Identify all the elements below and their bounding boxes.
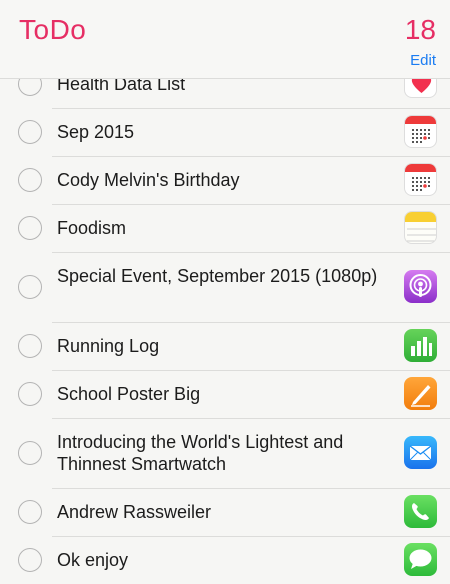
reminder-title: Special Event, September 2015 (1080p): [57, 266, 378, 286]
reminder-title: Ok enjoy: [57, 550, 129, 570]
list-item[interactable]: Ok enjoy: [0, 536, 450, 584]
reminder-title: Sep 2015: [57, 122, 135, 142]
completion-checkbox[interactable]: [18, 168, 42, 192]
reminder-title: Foodism: [57, 218, 127, 238]
reminder-title: Cody Melvin's Birthday: [57, 170, 240, 190]
list-item[interactable]: Andrew Rassweiler: [0, 488, 450, 536]
podcasts-icon[interactable]: [404, 270, 437, 303]
completion-checkbox[interactable]: [18, 216, 42, 240]
calendar-icon[interactable]: [404, 163, 437, 196]
item-count: 18: [404, 14, 436, 45]
numbers-icon[interactable]: [404, 329, 437, 362]
list-item[interactable]: Sep 2015: [0, 108, 450, 156]
messages-icon[interactable]: [404, 543, 437, 576]
edit-button[interactable]: Edit: [410, 52, 436, 69]
list-item[interactable]: Cody Melvin's Birthday: [0, 156, 450, 204]
list-item[interactable]: Foodism: [0, 204, 450, 252]
completion-checkbox[interactable]: [18, 382, 42, 406]
pages-icon[interactable]: [404, 377, 437, 410]
reminder-title: Andrew Rassweiler: [57, 502, 212, 522]
reminder-title: Running Log: [57, 336, 160, 356]
list-item[interactable]: Running Log: [0, 322, 450, 370]
completion-checkbox[interactable]: [18, 441, 42, 465]
notes-icon[interactable]: [404, 211, 437, 244]
mail-icon[interactable]: [404, 436, 437, 469]
calendar-icon[interactable]: [404, 115, 437, 148]
completion-checkbox[interactable]: [18, 548, 42, 572]
reminder-title: School Poster Big: [57, 384, 201, 404]
completion-checkbox[interactable]: [18, 275, 42, 299]
completion-checkbox[interactable]: [18, 500, 42, 524]
phone-icon[interactable]: [404, 495, 437, 528]
list-item[interactable]: Special Event, September 2015 (1080p): [0, 252, 450, 322]
list-item[interactable]: School Poster Big: [0, 370, 450, 418]
list-title: ToDo: [19, 14, 87, 45]
navigation-header: ToDo 18 Edit: [0, 0, 450, 79]
completion-checkbox[interactable]: [18, 120, 42, 144]
completion-checkbox[interactable]: [18, 334, 42, 358]
reminder-title: Introducing the World's Lightest and Thi…: [57, 432, 344, 474]
list-item[interactable]: Introducing the World's Lightest and Thi…: [0, 418, 450, 488]
